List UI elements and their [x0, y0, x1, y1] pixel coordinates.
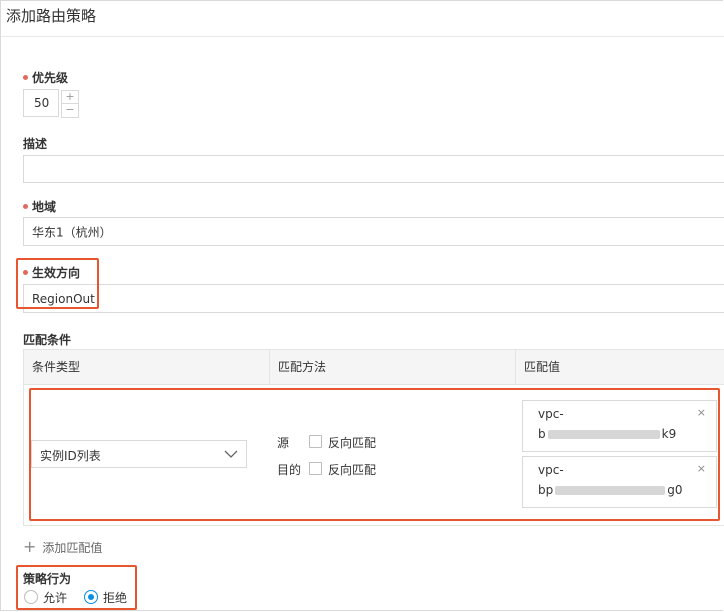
region-label: 地域 — [23, 198, 56, 215]
plus-icon: + — [23, 537, 37, 556]
match-table-header: 条件类型 匹配方法 匹配值 — [23, 349, 724, 385]
title-divider — [1, 36, 724, 37]
add-match-value-button[interactable]: + 添加匹配值 — [23, 537, 102, 556]
required-marker — [23, 75, 28, 80]
priority-stepper[interactable]: + − — [61, 90, 79, 118]
match-row-highlight-box — [29, 388, 720, 521]
priority-label: 优先级 — [23, 69, 68, 86]
region-field[interactable]: 华东1（杭州） — [23, 217, 724, 246]
column-match-value: 匹配值 — [524, 360, 561, 374]
direction-highlight-box — [16, 258, 99, 309]
action-highlight-box — [16, 565, 137, 610]
required-marker — [23, 204, 28, 209]
priority-input[interactable]: 50 — [23, 89, 59, 117]
direction-field[interactable]: RegionOut — [23, 284, 724, 313]
dialog-title: 添加路由策略 — [6, 7, 97, 25]
increment-button[interactable]: + — [61, 90, 79, 104]
description-input[interactable] — [23, 155, 724, 183]
description-label: 描述 — [23, 137, 48, 151]
decrement-button[interactable]: − — [61, 104, 79, 118]
column-condition-type: 条件类型 — [32, 360, 81, 374]
column-match-method: 匹配方法 — [278, 360, 327, 374]
match-label: 匹配条件 — [23, 333, 72, 347]
